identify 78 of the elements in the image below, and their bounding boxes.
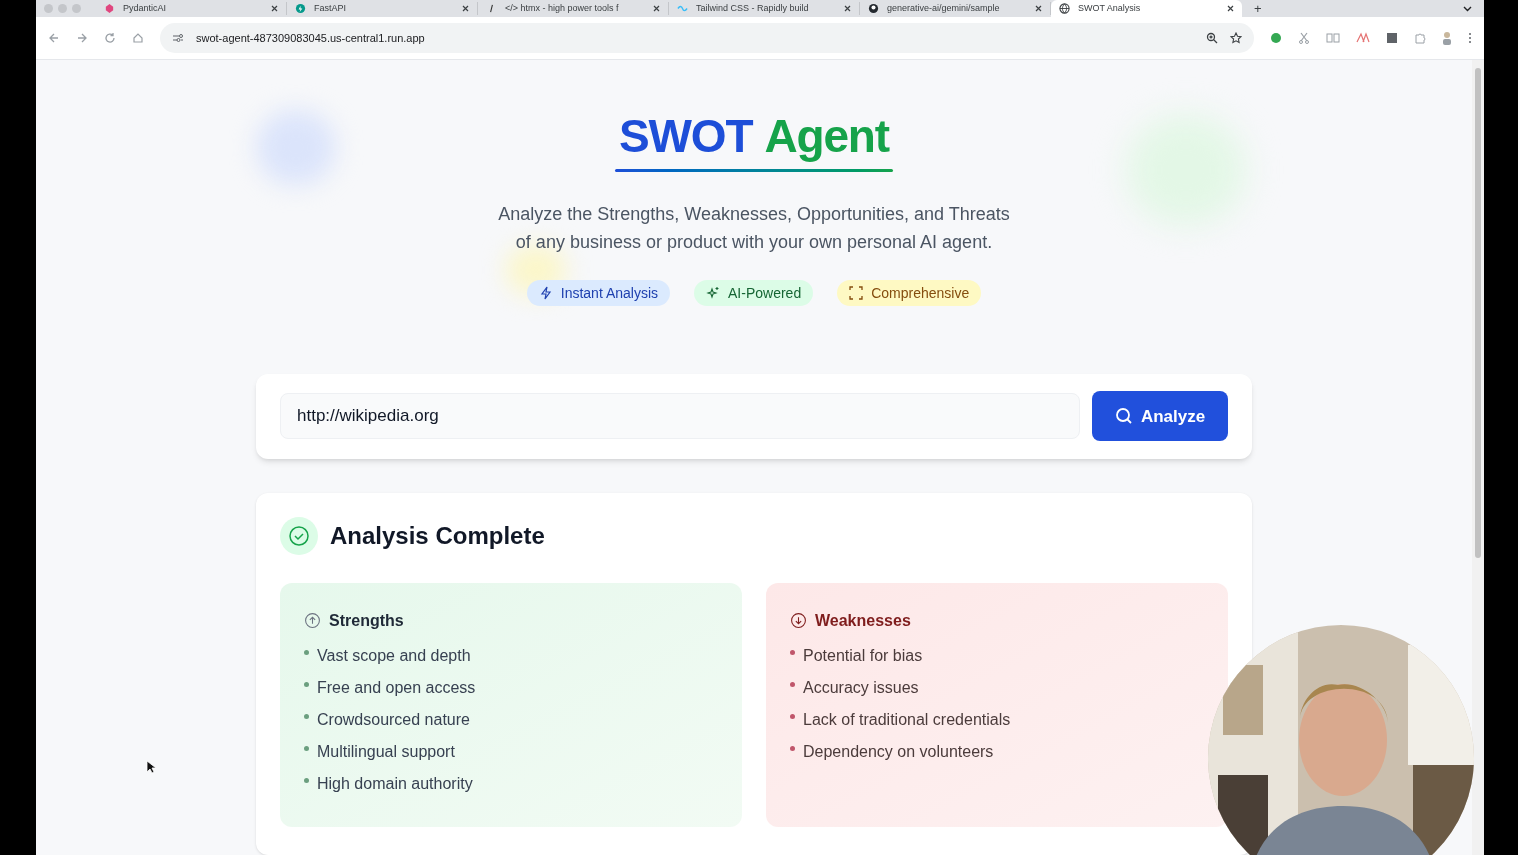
scissors-icon[interactable] [1298,32,1310,44]
bullet-icon [304,649,309,655]
browser-tab[interactable]: Tailwind CSS - Rapidly build [669,2,860,15]
forward-icon[interactable] [76,32,88,44]
scrollbar-thumb[interactable] [1475,68,1481,558]
chevron-down-icon[interactable] [1463,5,1472,12]
extension-icon[interactable] [1356,32,1370,44]
browser-tab[interactable]: SWOT Analysis [1051,0,1242,17]
bullet-icon [790,649,795,655]
list-item-text: Potential for bias [803,645,923,666]
tab-title: FastAPI [314,1,347,15]
analyze-button[interactable]: Analyze [1092,391,1228,442]
tab-title: </> htmx - high power tools f [505,1,620,15]
reload-icon[interactable] [104,32,116,44]
mouse-cursor-icon [146,760,156,774]
wave-icon [677,3,688,14]
close-icon[interactable] [844,5,851,12]
browser-tab[interactable]: </> htmx - high power tools f [478,2,669,15]
home-icon[interactable] [132,32,144,44]
tab-title: generative-ai/gemini/sample [887,1,1001,15]
tab-title: Tailwind CSS - Rapidly build [696,1,810,15]
hexagon-icon [104,3,115,14]
url-input[interactable]: http://wikipedia.org [280,393,1080,440]
back-icon[interactable] [48,32,60,44]
bullet-icon [790,713,795,719]
bullet-icon [304,681,309,687]
card-title: Weaknesses [815,610,911,631]
title-word: SWOT [619,109,753,164]
list-item-text: Multilingual support [317,741,455,762]
search-icon [1114,407,1133,426]
browser-tab[interactable]: FastAPI [287,2,478,15]
new-tab-button[interactable]: + [1242,0,1274,17]
list-item-text: Crowdsourced nature [317,709,470,730]
close-icon[interactable] [271,5,278,12]
list-item-text: Accuracy issues [803,677,919,698]
subtitle: Analyze the Strengths, Weaknesses, Opportunities, and Threats of any business or product with your own personal AI agent. [497,203,1011,254]
bullet-icon [790,745,795,751]
bullet-icon [790,681,795,687]
expand-icon [849,286,864,300]
site-settings-icon[interactable] [172,33,184,43]
close-icon[interactable] [1227,5,1234,12]
globe-icon [1059,3,1070,14]
extension-icon[interactable] [1270,32,1282,44]
address-bar[interactable]: swot-agent-487309083045.us-central1.run.app [160,23,1254,53]
star-icon[interactable] [1230,32,1242,44]
close-icon[interactable] [1035,5,1042,12]
browser-tab[interactable]: generative-ai/gemini/sample [860,2,1051,15]
tab-title: PydanticAI [123,1,168,15]
check-circle-icon [280,516,318,555]
url-text: swot-agent-487309083045.us-central1.run.app [196,30,426,46]
bullet-icon [304,777,309,783]
profile-icon[interactable] [1442,31,1452,45]
tab-title: SWOT Analysis [1078,1,1142,15]
close-icon[interactable] [653,5,660,12]
zoom-icon[interactable] [1206,32,1218,44]
browser-tab[interactable]: PydanticAI [96,2,287,15]
scrollbar[interactable] [1472,60,1484,855]
result-heading: Analysis Complete [330,520,545,551]
extension-icon[interactable] [1386,32,1398,44]
bullet-icon [304,745,309,751]
list-item-text: Lack of traditional credentials [803,709,1011,730]
card-title: Strengths [329,610,404,631]
list-item-text: Vast scope and depth [317,645,471,666]
feature-badge: Comprehensive [837,280,982,306]
arrow-up-circle-icon [304,612,321,630]
sparkle-icon [706,286,721,300]
list-item-text: Free and open access [317,677,476,698]
list-item-text: Dependency on volunteers [803,741,994,762]
close-icon[interactable] [462,5,469,12]
bullet-icon [304,713,309,719]
feature-badge: AI-Powered [694,280,814,306]
list-item-text: High domain authority [317,773,473,794]
feature-badge: Instant Analysis [526,280,671,306]
title-word: Agent [764,109,889,164]
arrow-down-circle-icon [790,612,807,630]
bolt-icon [295,3,306,14]
bolt-icon [538,286,553,300]
menu-icon[interactable] [1468,32,1472,44]
